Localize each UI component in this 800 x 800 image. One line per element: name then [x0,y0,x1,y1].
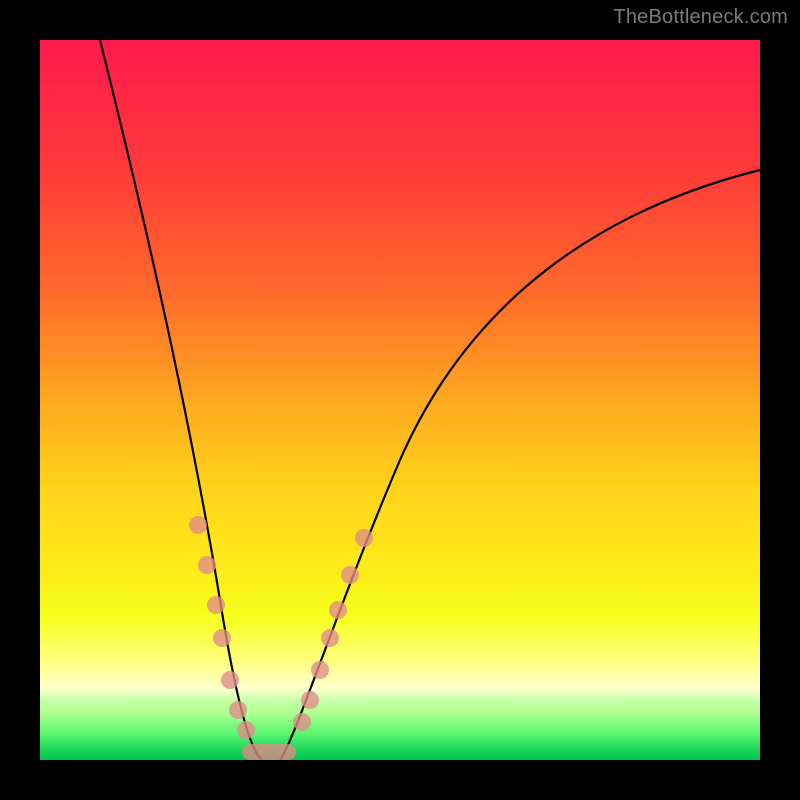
marker-right-7 [355,529,373,547]
curve-left-branch [100,40,262,760]
marker-right-1 [293,713,311,731]
plot-area [40,40,760,760]
marker-left-2 [198,556,216,574]
marker-left-3 [207,596,225,614]
chart-frame: TheBottleneck.com [0,0,800,800]
curve-layer [40,40,760,760]
marker-right-6 [341,566,359,584]
marker-left-5 [221,671,239,689]
marker-left-7 [237,721,255,739]
watermark-text: TheBottleneck.com [613,6,788,29]
marker-right-3 [311,661,329,679]
marker-right-4 [321,629,339,647]
marker-left-1 [189,516,207,534]
marker-right-2 [301,691,319,709]
marker-left-4 [213,629,231,647]
marker-left-6 [229,701,247,719]
curve-right-branch [280,170,760,760]
marker-right-5 [329,601,347,619]
